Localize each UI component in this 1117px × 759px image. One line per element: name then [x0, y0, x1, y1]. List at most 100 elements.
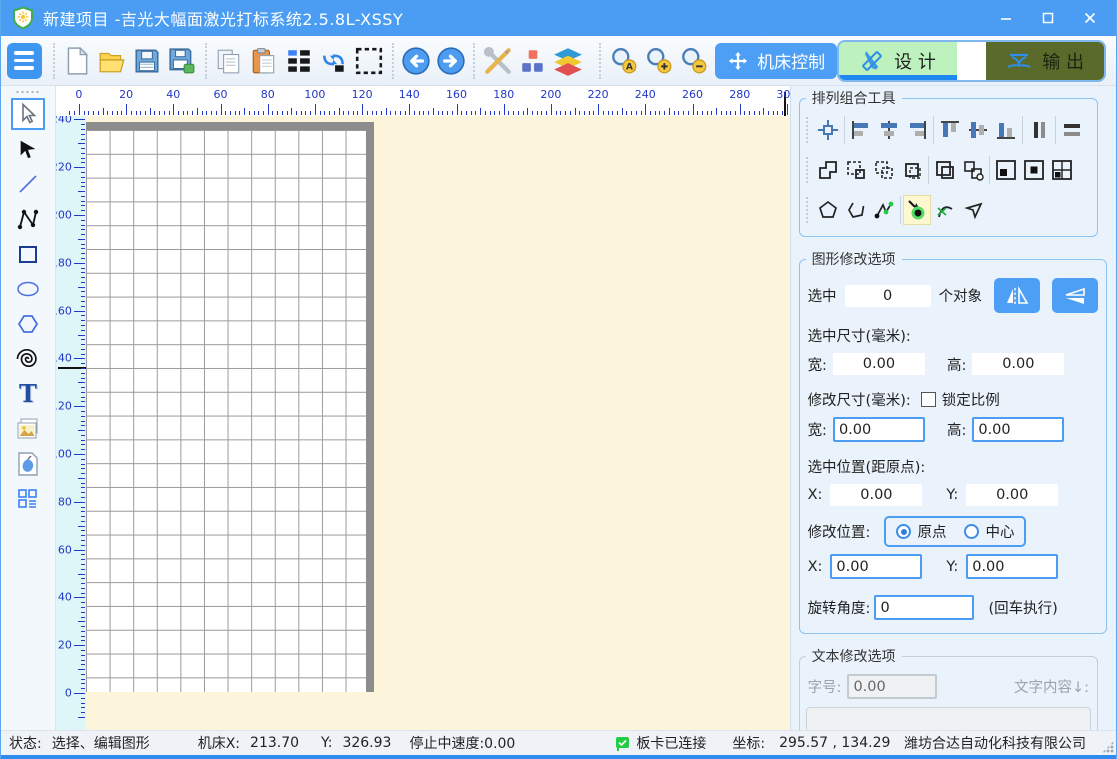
edit-nodes-button[interactable] — [870, 195, 898, 225]
line-tool-button[interactable] — [11, 168, 45, 200]
modify-height-input[interactable] — [972, 417, 1064, 442]
regroup-button[interactable] — [898, 155, 926, 185]
menu-button[interactable] — [7, 43, 42, 79]
align-center-both-button[interactable] — [814, 115, 842, 145]
save-button[interactable] — [130, 40, 165, 82]
color-settings-button[interactable] — [515, 40, 550, 82]
align-middle-vertical-button[interactable] — [964, 115, 992, 145]
small-array-icon — [16, 487, 40, 511]
origin-radio-option[interactable]: 原点 — [896, 521, 946, 542]
tab-design-label: 设 计 — [894, 48, 936, 74]
align-left-button[interactable] — [847, 115, 875, 145]
work-area-grid[interactable] — [86, 122, 374, 692]
svg-text:A: A — [626, 62, 633, 72]
combine-button[interactable] — [931, 155, 959, 185]
weld-union-button[interactable] — [814, 155, 842, 185]
flip-vertical-button[interactable] — [1052, 278, 1098, 313]
ungroup-button[interactable] — [870, 155, 898, 185]
save-as-button[interactable] — [165, 40, 200, 82]
open-curve-button[interactable] — [842, 195, 870, 225]
vector-fill-tool-button[interactable] — [11, 448, 45, 480]
flip-vertical-icon — [1063, 285, 1087, 307]
minimize-button[interactable] — [998, 10, 1014, 26]
to-center-button[interactable] — [1020, 155, 1048, 185]
distribute-vertical-button[interactable] — [1025, 115, 1053, 145]
undo-back-button[interactable] — [399, 40, 434, 82]
shape-modify-group: 图形修改选项 选中 0 个对象 — [799, 249, 1108, 634]
zoom-fit-button[interactable]: A — [606, 40, 641, 82]
redo-forward-button[interactable] — [433, 40, 468, 82]
text-content-area[interactable] — [806, 707, 1091, 730]
origin-radio[interactable] — [896, 524, 911, 539]
trim-curve-button[interactable] — [931, 195, 959, 225]
hexagon-icon — [16, 312, 40, 336]
x-label: X: — [808, 559, 823, 575]
modify-position-label: 修改位置: — [808, 521, 871, 542]
layers-button[interactable] — [550, 40, 585, 82]
node-select-button[interactable] — [903, 195, 931, 225]
transform-swap-button[interactable] — [317, 40, 352, 82]
selected-height-box: 0.00 — [972, 353, 1064, 375]
tab-design[interactable]: 设 计 — [839, 42, 957, 80]
lock-ratio-checkbox[interactable] — [921, 392, 936, 407]
modify-y-input[interactable] — [966, 554, 1058, 579]
maximize-button[interactable] — [1040, 10, 1056, 26]
horizontal-ruler: 0204060801001201401601802002202402602803… — [56, 86, 790, 116]
node-pick-tool-button[interactable] — [11, 133, 45, 165]
selected-position-label: 选中位置(距原点): — [808, 456, 926, 477]
machine-x-label: 机床X: — [198, 733, 240, 753]
black-arrow-icon — [17, 138, 39, 160]
new-file-button[interactable] — [60, 40, 95, 82]
align-bottom-button[interactable] — [992, 115, 1020, 145]
font-size-label: 字号: — [808, 676, 842, 697]
polyline-tool-button[interactable] — [11, 203, 45, 235]
rotate-angle-input[interactable] — [874, 595, 974, 620]
lock-ratio-label: 锁定比例 — [942, 389, 1000, 410]
font-size-input[interactable] — [847, 674, 937, 699]
to-corner-button[interactable] — [992, 155, 1020, 185]
close-curve-button[interactable] — [814, 195, 842, 225]
active-tab-indicator — [839, 75, 957, 80]
zoom-in-button[interactable] — [641, 40, 676, 82]
paste-button[interactable] — [247, 40, 282, 82]
marquee-select-button[interactable] — [352, 40, 387, 82]
modify-x-input[interactable] — [830, 554, 922, 579]
center-radio[interactable] — [964, 524, 979, 539]
rectangle-tool-button[interactable] — [11, 238, 45, 270]
tile-grid-button[interactable] — [1048, 155, 1076, 185]
image-tool-button[interactable] — [11, 413, 45, 445]
flip-horizontal-button[interactable] — [994, 278, 1040, 313]
group-button[interactable] — [842, 155, 870, 185]
machine-control-button[interactable]: 机床控制 — [715, 43, 837, 79]
pick-point-button[interactable] — [959, 195, 987, 225]
zoom-out-button[interactable] — [676, 40, 711, 82]
align-top-button[interactable] — [936, 115, 964, 145]
array-copy-button[interactable] — [282, 40, 317, 82]
distribute-horizontal-button[interactable] — [1058, 115, 1086, 145]
select-tool-button[interactable] — [11, 98, 45, 130]
main-toolbar: A 机床控制 — [1, 36, 1116, 86]
align-center-horizontal-button[interactable] — [875, 115, 903, 145]
tab-output[interactable]: 输 出 — [986, 42, 1104, 80]
copy-button[interactable] — [212, 40, 247, 82]
selected-label: 选中 — [808, 285, 837, 306]
break-apart-button[interactable] — [959, 155, 987, 185]
shape-modify-title: 图形修改选项 — [806, 249, 902, 269]
drawing-canvas[interactable] — [86, 116, 790, 730]
settings-tools-button[interactable] — [480, 40, 515, 82]
resize-grip[interactable] — [1102, 741, 1114, 753]
align-right-button[interactable] — [903, 115, 931, 145]
open-file-button[interactable] — [95, 40, 130, 82]
tab-output-label: 输 出 — [1042, 48, 1084, 74]
polygon-tool-button[interactable] — [11, 308, 45, 340]
close-button[interactable] — [1082, 10, 1098, 26]
center-radio-option[interactable]: 中心 — [964, 521, 1014, 542]
toolbar-separator — [205, 43, 207, 79]
text-tool-button[interactable]: T — [11, 378, 45, 410]
spiral-tool-button[interactable] — [11, 343, 45, 375]
modify-width-input[interactable] — [833, 417, 925, 442]
speed-text: 停止中速度:0.00 — [409, 733, 515, 753]
array-tool-button[interactable] — [11, 483, 45, 515]
selected-count-box: 0 — [845, 285, 931, 307]
ellipse-tool-button[interactable] — [11, 273, 45, 305]
